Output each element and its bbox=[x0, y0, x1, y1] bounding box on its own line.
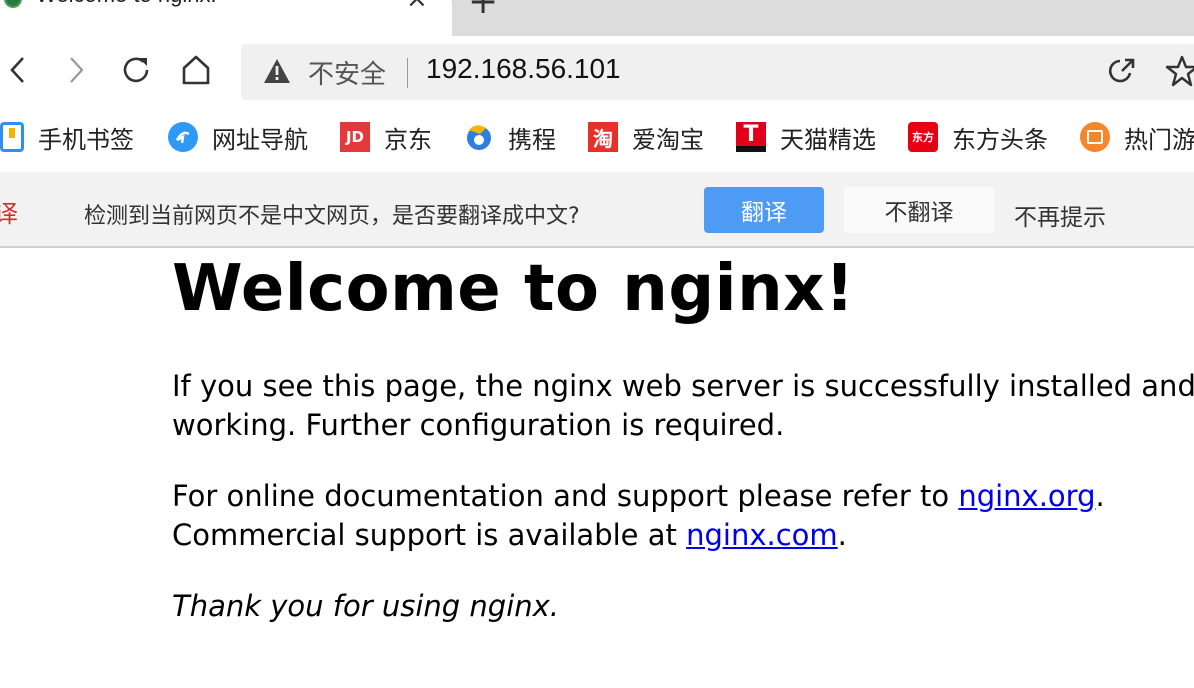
chevron-right-icon bbox=[70, 57, 84, 83]
bookmark-item[interactable]: T 天猫精选 bbox=[736, 120, 876, 154]
bookmark-label: 手机书签 bbox=[38, 125, 134, 154]
ctrip-icon bbox=[464, 122, 494, 152]
chevron-left-icon bbox=[10, 57, 24, 83]
bookmark-item[interactable]: 热门游 bbox=[1080, 120, 1194, 154]
bookmark-label: 携程 bbox=[508, 125, 556, 154]
phone-icon bbox=[0, 122, 24, 152]
address-divider bbox=[407, 58, 408, 88]
thanks-paragraph: Thank you for using nginx. bbox=[172, 589, 560, 623]
page-title: Welcome to nginx! bbox=[172, 252, 855, 326]
translate-message: 检测到当前网页不是中文网页，是否要翻译成中文? bbox=[84, 204, 580, 229]
forward-button[interactable] bbox=[58, 52, 94, 88]
docs-line-1: For online documentation and support ple… bbox=[172, 477, 1105, 516]
bookmark-item[interactable]: JD 京东 bbox=[340, 120, 432, 154]
dongfang-icon: 东方 bbox=[908, 122, 938, 152]
tab-title: Welcome to nginx! bbox=[36, 0, 217, 8]
bookmark-label: 京东 bbox=[384, 125, 432, 154]
commercial-text: Commercial support is available at bbox=[172, 518, 687, 552]
bookmark-label: 网址导航 bbox=[212, 125, 308, 154]
intro-paragraph: If you see this page, the nginx web serv… bbox=[172, 367, 1194, 445]
bookmarks-bar: 手机书签 网址导航 JD 京东 携程 淘 爱淘宝 T 天猫精选 东方 东方头条 … bbox=[0, 106, 1194, 168]
translate-bar: 译 检测到当前网页不是中文网页，是否要翻译成中文? 翻译 不翻译 不再提示 bbox=[0, 172, 1194, 248]
docs-line-2: Commercial support is available at nginx… bbox=[172, 516, 1105, 555]
translate-button[interactable]: 翻译 bbox=[704, 187, 824, 233]
tab-close-icon[interactable]: × bbox=[406, 0, 428, 12]
new-tab-icon[interactable]: + bbox=[468, 0, 498, 20]
bookmark-item[interactable]: 淘 爱淘宝 bbox=[588, 120, 704, 154]
bookmark-label: 天猫精选 bbox=[780, 125, 876, 154]
bookmark-label: 热门游 bbox=[1124, 125, 1194, 154]
star-icon[interactable] bbox=[1165, 54, 1194, 88]
commercial-period: . bbox=[837, 518, 847, 552]
bookmark-item[interactable]: 携程 bbox=[464, 120, 556, 154]
bookmark-item[interactable]: 手机书签 bbox=[0, 120, 134, 154]
taobao-icon: 淘 bbox=[588, 122, 618, 152]
bookmark-label: 东方头条 bbox=[952, 125, 1048, 154]
tab-strip: Welcome to nginx! × + bbox=[0, 0, 1194, 36]
intro-line-2: working. Further configuration is requir… bbox=[172, 408, 785, 442]
tmall-icon: T bbox=[736, 122, 766, 152]
bookmark-item[interactable]: 东方 东方头条 bbox=[908, 120, 1048, 154]
no-translate-button[interactable]: 不翻译 bbox=[844, 187, 994, 233]
never-show-button[interactable]: 不再提示 bbox=[1014, 198, 1106, 232]
docs-paragraph: For online documentation and support ple… bbox=[172, 477, 1105, 555]
intro-line-1: If you see this page, the nginx web serv… bbox=[172, 369, 1194, 403]
docs-text: For online documentation and support ple… bbox=[172, 479, 959, 513]
address-bar[interactable]: 不安全 192.168.56.101 bbox=[241, 44, 1194, 100]
docs-period: . bbox=[1095, 479, 1105, 513]
toolbar: 不安全 192.168.56.101 bbox=[0, 36, 1194, 106]
home-button[interactable] bbox=[178, 52, 214, 88]
share-icon[interactable] bbox=[1105, 54, 1139, 88]
bookmark-label: 爱淘宝 bbox=[632, 125, 704, 154]
reload-button[interactable] bbox=[118, 52, 154, 88]
games-icon bbox=[1080, 122, 1110, 152]
home-icon bbox=[182, 55, 210, 85]
tab-active[interactable]: Welcome to nginx! × bbox=[0, 0, 452, 36]
translate-icon: 译 bbox=[0, 200, 18, 228]
bookmark-item[interactable]: 网址导航 bbox=[168, 120, 308, 154]
nginx-org-link[interactable]: nginx.org bbox=[958, 479, 1095, 513]
back-button[interactable] bbox=[0, 52, 36, 88]
nginx-com-link[interactable]: nginx.com bbox=[686, 518, 838, 552]
warning-icon[interactable] bbox=[263, 58, 291, 88]
navigation-icon bbox=[168, 122, 198, 152]
reload-icon bbox=[123, 57, 149, 83]
url-text[interactable]: 192.168.56.101 bbox=[426, 53, 621, 85]
security-label[interactable]: 不安全 bbox=[308, 54, 386, 91]
page-favicon-icon bbox=[4, 0, 22, 8]
jd-icon: JD bbox=[340, 122, 370, 152]
